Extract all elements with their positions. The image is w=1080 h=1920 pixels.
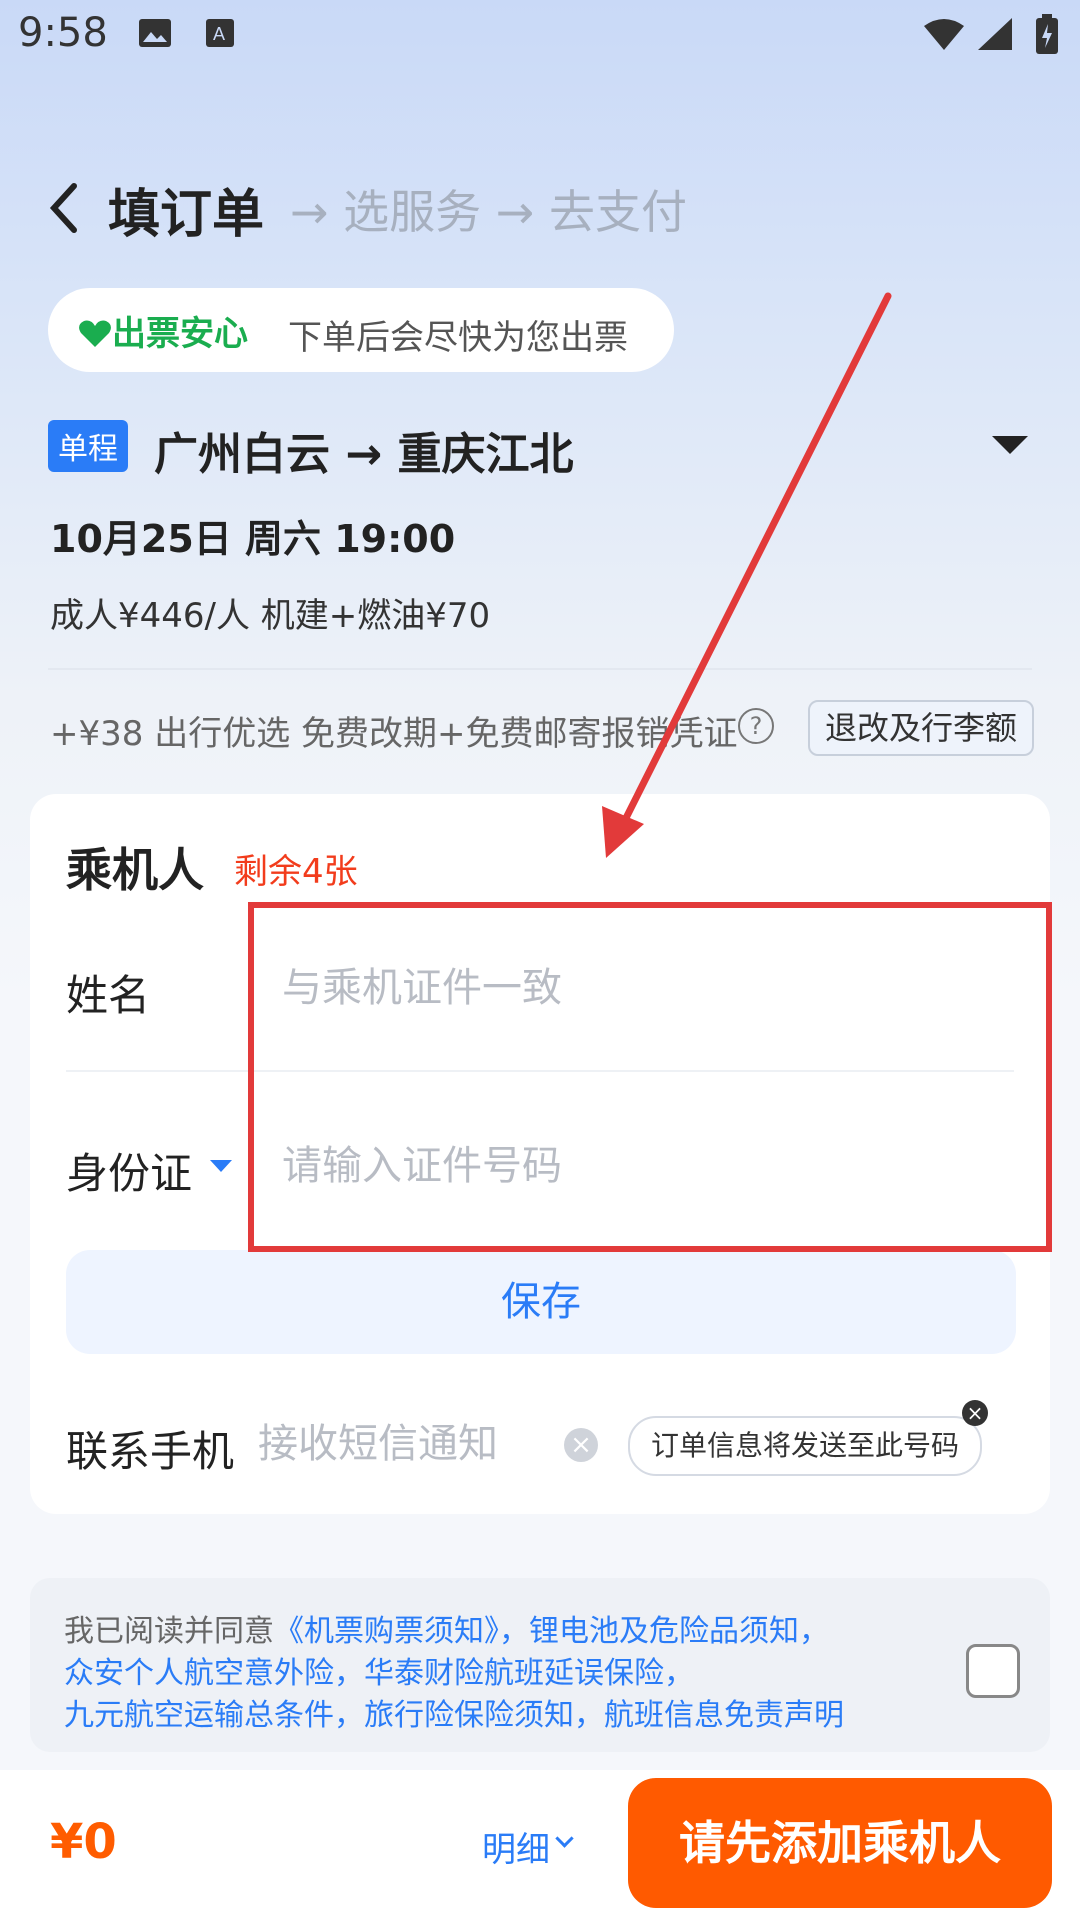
bottom-bar: ¥0 明细 请先添加乘机人 bbox=[0, 1770, 1080, 1920]
font-icon: A bbox=[206, 19, 234, 47]
page-header: 填订单 → 选服务 → 去支付 bbox=[0, 170, 1080, 250]
clock: 9:58 bbox=[18, 10, 108, 56]
close-icon[interactable]: × bbox=[962, 1400, 988, 1426]
assurance-text: 下单后会尽快为您出票 bbox=[288, 318, 628, 358]
page-title: 填订单 bbox=[108, 185, 265, 245]
id-type-selector[interactable]: 身份证 bbox=[66, 1140, 192, 1201]
passenger-title: 乘机人 bbox=[66, 843, 204, 897]
trip-type-badge: 单程 bbox=[48, 420, 128, 472]
divider bbox=[48, 668, 1032, 670]
refund-baggage-rules-button[interactable]: 退改及行李额 bbox=[808, 700, 1034, 756]
phone-input[interactable] bbox=[256, 1410, 560, 1478]
agreement-panel: 我已阅读并同意《机票购票须知》，锂电池及危险品须知， 众安个人航空意外险，华泰财… bbox=[30, 1578, 1050, 1752]
status-bar: 9:58 A bbox=[0, 0, 1080, 72]
route-text: 广州白云 → 重庆江北 bbox=[154, 429, 574, 480]
phone-label: 联系手机 bbox=[66, 1427, 235, 1476]
agreement-line-2[interactable]: 众安个人航空意外险，华泰财险航班延误保险， bbox=[64, 1648, 694, 1692]
step-indicator: → 选服务 → 去支付 bbox=[290, 185, 687, 239]
wifi-icon bbox=[924, 19, 964, 50]
chevron-down-icon[interactable] bbox=[555, 1829, 574, 1848]
expand-caret-icon[interactable] bbox=[992, 436, 1028, 454]
agreement-line-3[interactable]: 九元航空运输总条件，旅行险保险须知，航班信息免责声明 bbox=[64, 1690, 844, 1734]
price-detail-link[interactable]: 明细 bbox=[482, 1822, 550, 1871]
agreement-line-1[interactable]: 我已阅读并同意《机票购票须知》，锂电池及危险品须知， bbox=[64, 1606, 829, 1650]
flight-route[interactable]: 单程 广州白云 → 重庆江北 bbox=[48, 418, 1038, 480]
id-type-dropdown-icon[interactable] bbox=[210, 1160, 232, 1172]
assurance-badge: 出票安心 bbox=[78, 306, 248, 355]
agree-checkbox[interactable] bbox=[966, 1644, 1020, 1698]
annotation-highlight-box bbox=[248, 902, 1052, 1252]
add-passenger-button[interactable]: 请先添加乘机人 bbox=[628, 1778, 1052, 1908]
svg-text:A: A bbox=[213, 24, 225, 44]
total-price: ¥0 bbox=[50, 1814, 117, 1870]
extra-service-text: +¥38 出行优选 免费改期+免费邮寄报销凭证 bbox=[50, 714, 738, 754]
back-icon[interactable] bbox=[44, 178, 84, 238]
phone-tooltip: 订单信息将发送至此号码 bbox=[628, 1416, 982, 1476]
ticketing-assurance-banner: 出票安心 下单后会尽快为您出票 bbox=[48, 288, 674, 372]
fare-summary: 成人¥446/人 机建+燃油¥70 bbox=[50, 596, 491, 636]
save-button[interactable]: 保存 bbox=[66, 1250, 1016, 1354]
remaining-tickets: 剩余4张 bbox=[234, 852, 358, 892]
gallery-icon bbox=[139, 19, 171, 47]
clear-icon[interactable]: × bbox=[564, 1428, 598, 1462]
flight-datetime: 10月25日 周六 19:00 bbox=[50, 517, 456, 561]
help-icon[interactable]: ? bbox=[738, 708, 774, 744]
battery-icon bbox=[1036, 14, 1058, 54]
signal-icon bbox=[978, 18, 1012, 50]
name-label: 姓名 bbox=[66, 971, 151, 1020]
heart-icon bbox=[79, 320, 111, 347]
